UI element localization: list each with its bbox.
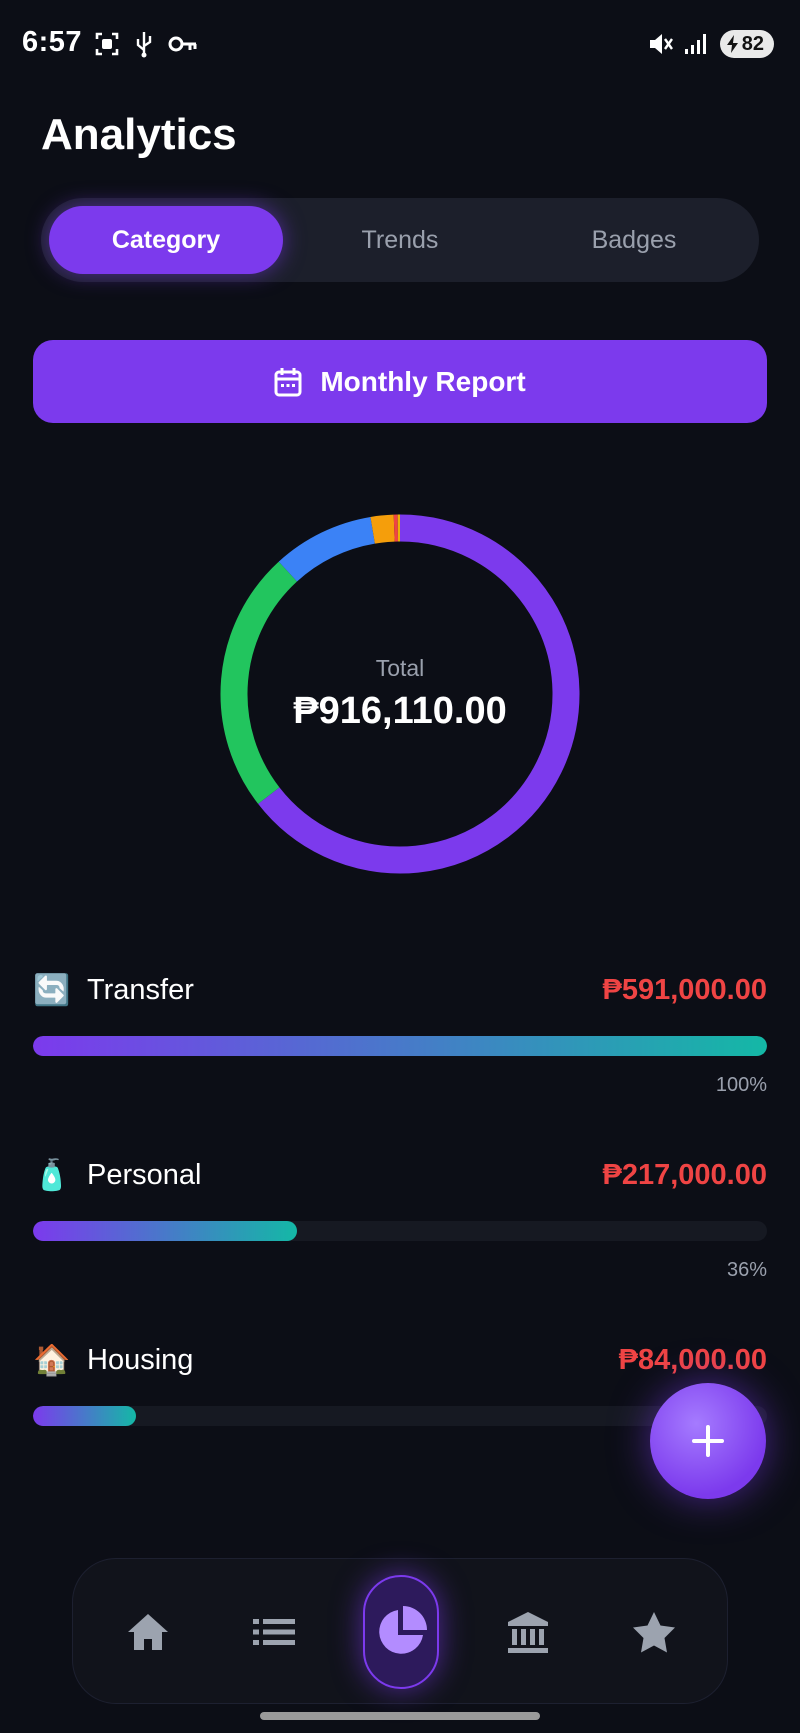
progress-fill [33,1406,136,1426]
screenshot-icon [95,32,119,56]
bank-icon [508,1612,548,1653]
category-percent: 100% [715,1074,767,1096]
progress-fill [33,1036,767,1056]
signal-icon [684,34,706,54]
status-left-icons [94,30,198,58]
battery-level: 82 [741,32,764,55]
category-amount: ₱591,000.00 [602,973,767,1006]
category-name: Personal [87,1158,202,1191]
progress-fill [33,1221,298,1241]
donut-total-value: ₱916,110.00 [293,690,507,732]
house-icon: 🏠 [33,1343,71,1377]
transfer-icon: 🔄 [33,973,71,1007]
mute-icon [649,34,673,54]
lotion-bottle-icon: 🧴 [33,1158,71,1192]
key-icon [168,36,197,52]
category-left: 🏠 Housing [33,1341,193,1379]
category-left: 🧴 Personal [33,1156,201,1194]
category-header: 🔄 Transfer ₱591,000.00 [33,960,767,1020]
pie-chart-icon [379,1606,427,1654]
bottom-navigation [72,1558,728,1704]
tab-badges[interactable]: Badges [517,206,751,274]
progress-track [33,1036,767,1056]
nav-analytics[interactable] [363,1575,439,1689]
progress-track [33,1221,767,1241]
category-header: 🧴 Personal ₱217,000.00 [33,1145,767,1205]
home-indicator [260,1712,540,1720]
tab-category[interactable]: Category [49,206,283,274]
list-icon [253,1619,295,1645]
donut-center: Total ₱916,110.00 [218,512,582,876]
category-percent: 36% [726,1259,767,1281]
category-name: Housing [87,1343,194,1376]
analytics-screen: 6:57 82 Analytics Category Trends Badges… [0,0,800,1733]
plus-icon [692,1425,724,1457]
status-bar: 6:57 82 [0,0,800,90]
calendar-icon [274,367,302,396]
home-icon [128,1614,168,1650]
status-right-icons: 82 [646,30,774,58]
tab-trends[interactable]: Trends [283,206,517,274]
nav-home[interactable] [113,1559,183,1705]
category-name: Transfer [87,973,194,1006]
status-time: 6:57 [22,26,83,58]
nav-favorites[interactable] [619,1559,689,1705]
category-left: 🔄 Transfer [33,971,194,1009]
analytics-tabs: Category Trends Badges [41,198,759,282]
nav-transactions[interactable] [239,1559,309,1705]
battery-indicator: 82 [719,30,774,58]
usb-icon [136,32,152,58]
category-header: 🏠 Housing ₱84,000.00 [33,1330,767,1390]
category-row-transfer[interactable]: 🔄 Transfer ₱591,000.00 100% [33,960,767,1145]
nav-accounts[interactable] [493,1559,563,1705]
charging-icon [726,35,738,53]
page-title: Analytics [41,110,237,159]
monthly-report-label: Monthly Report [320,365,526,397]
add-transaction-fab[interactable] [650,1383,766,1499]
category-amount: ₱217,000.00 [602,1158,767,1191]
donut-total-label: Total [375,655,425,681]
category-donut-chart: Total ₱916,110.00 [218,512,582,876]
star-icon [633,1612,675,1653]
category-amount: ₱84,000.00 [618,1343,767,1376]
category-row-personal[interactable]: 🧴 Personal ₱217,000.00 36% [33,1145,767,1330]
monthly-report-button[interactable]: Monthly Report [33,340,767,423]
